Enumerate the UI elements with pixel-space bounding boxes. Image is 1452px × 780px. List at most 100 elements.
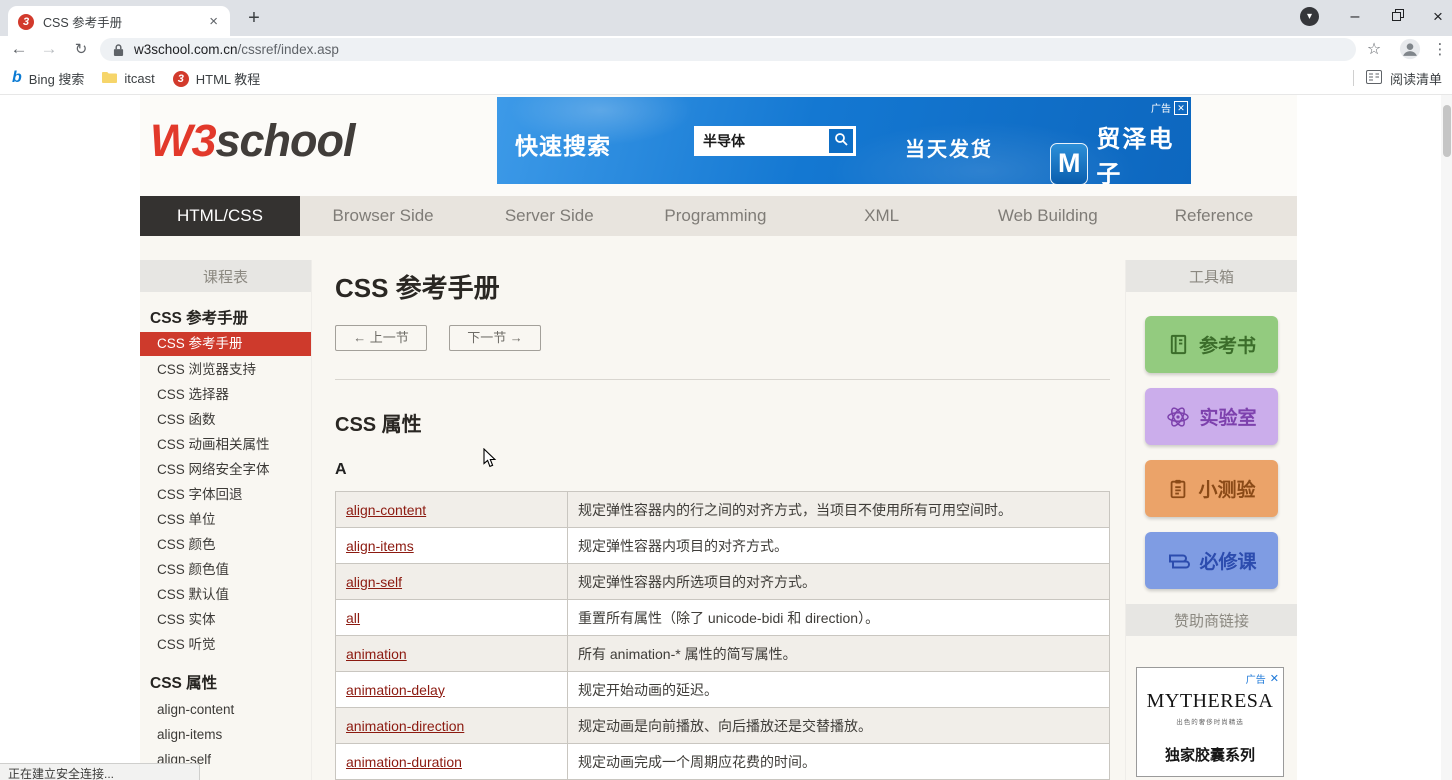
nav-item-1[interactable]: Browser Side [300,196,466,236]
property-cell: align-items [336,528,568,564]
right-sidebar: 工具箱 参考书实验室小测验必修课 赞助商链接 广告 ✕ MYTHERESA 出色… [1125,260,1297,780]
browser-toolbar: ← → ↻ w3school.com.cn/cssref/index.asp ☆… [0,36,1452,62]
property-cell: all [336,600,568,636]
property-desc: 规定动画完成一个周期应花费的时间。 [568,744,1110,780]
tool-label: 参考书 [1199,331,1256,358]
reading-list[interactable]: 阅读清单 [1353,62,1442,94]
logo-school: school [216,115,355,166]
property-link[interactable]: align-self [346,574,402,590]
table-row: align-items 规定弹性容器内项目的对齐方式。 [336,528,1110,564]
ad-banner[interactable]: 广告 ✕ 快速搜索 半导体 当天发货 M 贸泽电子 MOUSER ELECTRO… [497,97,1191,184]
ad-tag: 广告 ✕ [1246,671,1279,686]
prev-button[interactable]: ← 上一节 [335,325,427,351]
table-row: all 重置所有属性（除了 unicode-bidi 和 direction）。 [336,600,1110,636]
ad-brand-name: 贸泽电子 [1096,119,1191,184]
sidebar-item[interactable]: CSS 函数 [140,407,311,432]
window-close-button[interactable]: × [1421,0,1452,34]
property-link[interactable]: align-items [346,538,414,554]
menu-kebab-icon[interactable]: ⋮ [1430,36,1450,62]
divider [335,379,1110,380]
tab-close-icon[interactable]: × [207,13,220,30]
browser-window: 3 CSS 参考手册 × + ▾ – × ← → ↻ w3school.com.… [0,0,1452,780]
tool-button-0[interactable]: 参考书 [1145,316,1278,373]
property-cell: animation-direction [336,708,568,744]
sidebar-item[interactable]: CSS 选择器 [140,382,311,407]
property-link[interactable]: all [346,610,360,626]
left-sidebar: 课程表 CSS 参考手册CSS 参考手册CSS 浏览器支持CSS 选择器CSS … [140,260,312,780]
tool-button-2[interactable]: 小测验 [1145,460,1278,517]
bing-icon: b [12,69,22,87]
atom-icon [1166,405,1190,429]
bookmark-star-icon[interactable]: ☆ [1362,36,1386,62]
property-link[interactable]: align-content [346,502,426,518]
url-domain: w3school.com.cn [134,42,238,57]
browser-update-icon[interactable]: ▾ [1300,7,1319,26]
sidebar-item[interactable]: CSS 参考手册 [140,332,311,356]
ad-close-icon[interactable]: ✕ [1270,672,1279,685]
tool-button-1[interactable]: 实验室 [1145,388,1278,445]
bookmark-item[interactable]: 3HTML 教程 [173,69,261,88]
tab-title: CSS 参考手册 [43,12,207,31]
tool-label: 必修课 [1199,547,1256,574]
mouser-logo: M [1050,143,1088,185]
sponsor-tagline: 出色的奢侈时尚精选 [1137,716,1283,726]
ad-brand: M 贸泽电子 MOUSER ELECTRONICS [1050,119,1191,184]
nav-item-0[interactable]: HTML/CSS [140,196,300,236]
sidebar-item[interactable]: align-content [140,697,311,722]
main-nav: HTML/CSSBrowser SideServer SideProgrammi… [140,196,1297,236]
ad-search-button[interactable] [829,129,853,153]
back-button[interactable]: ← [6,36,32,62]
address-bar[interactable]: w3school.com.cn/cssref/index.asp [100,38,1356,61]
site-logo[interactable]: W3school [150,115,355,167]
nav-item-5[interactable]: Web Building [965,196,1131,236]
sponsor-ad[interactable]: 广告 ✕ MYTHERESA 出色的奢侈时尚精选 独家胶囊系列 [1136,667,1284,777]
reading-list-label[interactable]: 阅读清单 [1390,69,1442,88]
sidebar-item[interactable]: align-items [140,722,311,747]
sidebar-item[interactable]: CSS 默认值 [140,582,311,607]
profile-avatar[interactable] [1399,38,1421,60]
sidebar-item[interactable]: CSS 字体回退 [140,482,311,507]
next-button[interactable]: 下一节 → [449,325,541,351]
scrollbar[interactable] [1441,95,1452,780]
scrollbar-thumb[interactable] [1443,105,1451,157]
forward-button[interactable]: → [36,36,62,62]
bookmark-item[interactable]: itcast [102,71,154,86]
reload-button[interactable]: ↻ [68,36,94,62]
lock-icon [113,43,124,57]
ad-close-icon[interactable]: ✕ [1174,101,1188,115]
sidebar-item[interactable]: CSS 颜色 [140,532,311,557]
tool-label: 小测验 [1198,475,1255,502]
property-link[interactable]: animation-duration [346,754,462,770]
sidebar-item[interactable]: CSS 浏览器支持 [140,357,311,382]
property-desc: 规定弹性容器内项目的对齐方式。 [568,528,1110,564]
sidebar-item[interactable]: CSS 网络安全字体 [140,457,311,482]
minimize-button[interactable]: – [1338,0,1372,34]
maximize-button[interactable] [1381,0,1415,34]
bookmark-item[interactable]: bBing 搜索 [12,69,84,88]
browser-tab[interactable]: 3 CSS 参考手册 × [8,6,230,36]
table-row: animation-duration 规定动画完成一个周期应花费的时间。 [336,744,1110,780]
nav-item-4[interactable]: XML [799,196,965,236]
sidebar-item[interactable]: CSS 颜色值 [140,557,311,582]
property-cell: align-content [336,492,568,528]
mouse-cursor [483,448,497,473]
tool-button-3[interactable]: 必修课 [1145,532,1278,589]
property-link[interactable]: animation [346,646,407,662]
nav-item-2[interactable]: Server Side [466,196,632,236]
property-desc: 规定开始动画的延迟。 [568,672,1110,708]
property-link[interactable]: animation-delay [346,682,445,698]
nav-item-6[interactable]: Reference [1131,196,1297,236]
ad-search-input[interactable]: 半导体 [703,131,745,151]
ad-search-box[interactable]: 半导体 [694,126,856,156]
folder-icon [102,71,117,86]
toolbox-header: 工具箱 [1126,260,1297,292]
sidebar-item[interactable]: CSS 动画相关属性 [140,432,311,457]
sidebar-item[interactable]: CSS 实体 [140,607,311,632]
sidebar-item[interactable]: CSS 单位 [140,507,311,532]
new-tab-button[interactable]: + [240,4,268,32]
nav-item-3[interactable]: Programming [632,196,798,236]
property-desc: 重置所有属性（除了 unicode-bidi 和 direction）。 [568,600,1110,636]
sidebar-item[interactable]: CSS 听觉 [140,632,311,657]
main-content: CSS 参考手册 ← 上一节 下一节 → CSS 属性 A align-cont… [335,260,1110,780]
property-link[interactable]: animation-direction [346,718,464,734]
